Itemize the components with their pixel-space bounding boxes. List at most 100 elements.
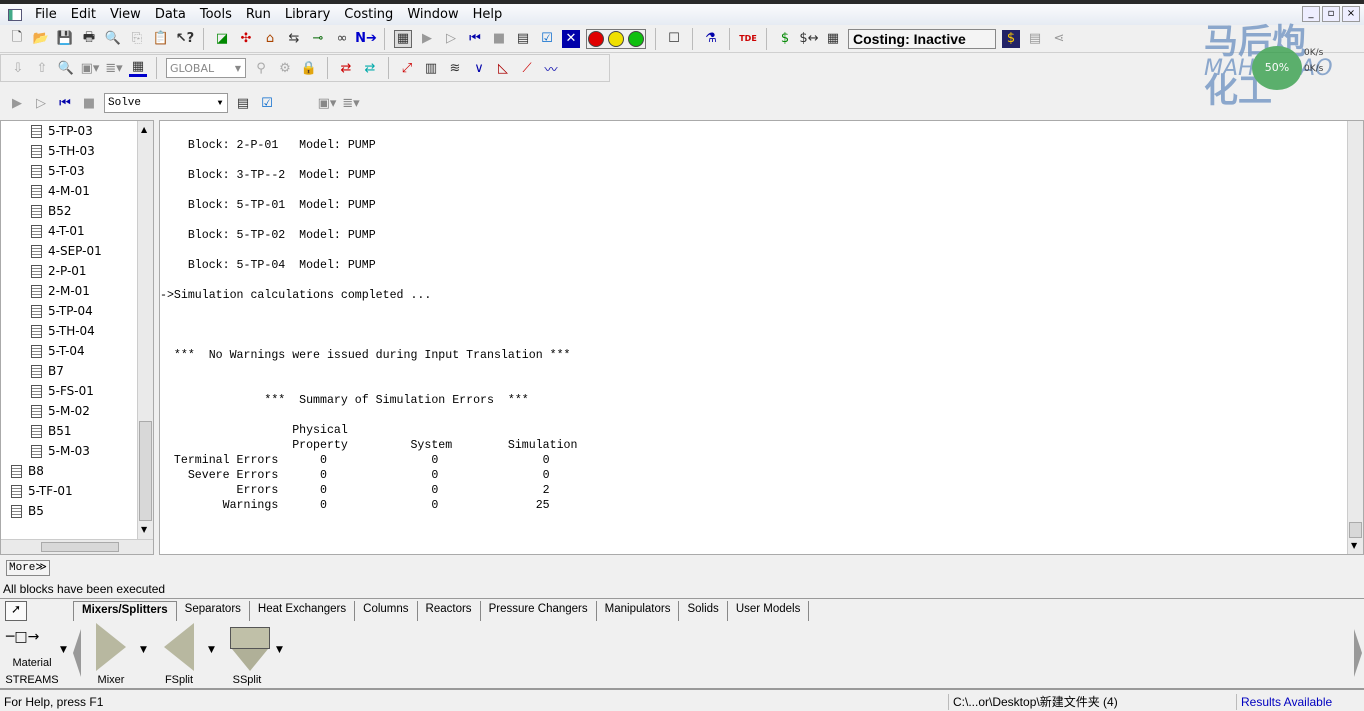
report-icon[interactable]: ▤ <box>1026 30 1044 48</box>
share-icon[interactable]: ⋖ <box>1050 30 1068 48</box>
export-icon[interactable]: ⇄ <box>337 59 355 77</box>
flowsheet-icon[interactable]: ✣ <box>237 30 255 48</box>
palette-tab[interactable]: Mixers/Splitters <box>73 601 177 621</box>
next-form-icon[interactable]: ⇧ <box>33 59 51 77</box>
solve-combo[interactable]: Solve ▼ <box>104 93 228 113</box>
new-icon[interactable]: 🗋 <box>8 30 26 48</box>
tree-item[interactable]: 5-T-03 <box>31 162 85 180</box>
scroll-thumb[interactable] <box>1349 522 1362 538</box>
model-library-icon[interactable]: ⌂ <box>261 30 279 48</box>
model-ssplit[interactable]: SSplit <box>222 674 272 686</box>
tree-item[interactable]: 2-P-01 <box>31 262 87 280</box>
scroll-down-icon[interactable]: ▼ <box>141 525 147 534</box>
scroll-thumb[interactable] <box>139 421 152 521</box>
check-results-icon[interactable]: ☑ <box>538 30 556 48</box>
ssplit-icon[interactable] <box>230 627 270 649</box>
lock-icon[interactable]: 🔒 <box>300 59 318 77</box>
palette-tab[interactable]: Pressure Changers <box>481 601 597 621</box>
menu-data[interactable]: Data <box>148 7 193 22</box>
app-icon[interactable] <box>8 8 22 21</box>
global-combo[interactable]: GLOBAL ▼ <box>166 58 246 78</box>
tree-item[interactable]: 4-SEP-01 <box>31 242 102 260</box>
find-icon[interactable]: 🔍 <box>57 59 75 77</box>
tree-horizontal-scrollbar[interactable] <box>1 539 153 554</box>
ssplit-dropdown-icon[interactable]: ▼ <box>276 645 283 655</box>
tree-item[interactable]: B7 <box>31 362 64 380</box>
plot-bar-icon[interactable]: ▥ <box>422 59 440 77</box>
stream-dropdown-icon[interactable]: ▼ <box>60 645 67 655</box>
plot-triangle-icon[interactable]: ◺ <box>494 59 512 77</box>
palette-tab[interactable]: Solids <box>679 601 728 621</box>
select-pointer-icon[interactable]: ➚ <box>5 601 27 621</box>
step-icon[interactable]: ▷ <box>442 30 460 48</box>
tree-item[interactable]: 5-T-04 <box>31 342 85 360</box>
layout-icon[interactable]: ▣▾ <box>318 94 337 112</box>
section-icon[interactable]: ⚙ <box>276 59 294 77</box>
plot-stream-icon[interactable]: ≋ <box>446 59 464 77</box>
plot-curve-icon[interactable]: ∨ <box>470 59 488 77</box>
more-button[interactable]: More≫ <box>6 560 50 576</box>
scroll-down-icon[interactable]: ▼ <box>1351 541 1357 550</box>
color-icon[interactable]: ▦ <box>129 59 147 77</box>
scroll-right-icon[interactable] <box>1354 629 1362 677</box>
tree-item[interactable]: 5-TH-03 <box>31 142 95 160</box>
tree-item[interactable]: 5-TH-04 <box>31 322 95 340</box>
menu-library[interactable]: Library <box>278 7 337 22</box>
paste-icon[interactable]: 📋 <box>152 30 170 48</box>
tree-item[interactable]: 5-FS-01 <box>31 382 94 400</box>
menu-tools[interactable]: Tools <box>193 7 239 22</box>
tree-item[interactable]: 5-M-03 <box>31 442 90 460</box>
format-icon[interactable]: ≣▾ <box>105 59 123 77</box>
tree-item[interactable]: 2-M-01 <box>31 282 90 300</box>
report-vertical-scrollbar[interactable]: ▼ <box>1347 121 1363 554</box>
open-icon[interactable]: 📂 <box>32 30 50 48</box>
copy-icon[interactable]: ⎘ <box>128 30 146 48</box>
fsplit-dropdown-icon[interactable]: ▼ <box>208 645 215 655</box>
menu-view[interactable]: View <box>103 7 148 22</box>
results-icon[interactable]: ▤ <box>514 30 532 48</box>
whats-this-icon[interactable]: ↖? <box>176 30 194 48</box>
results-icon[interactable]: ▤ <box>234 94 252 112</box>
close-button[interactable]: × <box>1342 6 1360 22</box>
print-icon[interactable]: 🖶 <box>80 30 98 48</box>
tree-item[interactable]: 5-TP-03 <box>31 122 93 140</box>
run-icon[interactable]: ▶ <box>8 94 26 112</box>
connect-icon[interactable]: ⊸ <box>309 30 327 48</box>
close-results-icon[interactable]: ✕ <box>562 29 580 48</box>
tree-item[interactable]: B51 <box>31 422 72 440</box>
mixer-icon[interactable] <box>96 623 126 671</box>
menu-help[interactable]: Help <box>466 7 510 22</box>
check-results-icon[interactable]: ☑ <box>258 94 276 112</box>
run-icon[interactable]: ▶ <box>418 30 436 48</box>
mixer-dropdown-icon[interactable]: ▼ <box>140 645 147 655</box>
reinitialize-icon[interactable]: ⏮ <box>466 30 484 48</box>
report-text-pane[interactable]: Block: 2-P-01 Model: PUMP Block: 3-TP--2… <box>159 120 1364 555</box>
data-browser-icon[interactable]: ◪ <box>213 30 231 48</box>
palette-tab[interactable]: Columns <box>355 601 418 621</box>
palette-tab[interactable]: Manipulators <box>597 601 680 621</box>
tree-vertical-scrollbar[interactable]: ▲ ▼ <box>137 121 153 541</box>
menu-window[interactable]: Window <box>400 7 465 22</box>
analysis-icon[interactable]: ☐ <box>665 30 683 48</box>
costing-icon[interactable]: $ <box>776 30 794 48</box>
scroll-left-icon[interactable] <box>73 629 81 677</box>
print-preview-icon[interactable]: 🔍 <box>104 30 122 48</box>
stop-icon[interactable]: ■ <box>80 94 98 112</box>
plot-xy-icon[interactable]: ⤢ <box>398 59 416 77</box>
import-icon[interactable]: ⇄ <box>361 59 379 77</box>
tree-item[interactable]: 4-M-01 <box>31 182 90 200</box>
economics-icon[interactable]: $ <box>1002 29 1020 48</box>
scroll-up-icon[interactable]: ▲ <box>141 125 147 134</box>
menu-file[interactable]: File <box>28 7 64 22</box>
plot-line-icon[interactable]: ⟋ <box>518 59 536 77</box>
menu-costing[interactable]: Costing <box>337 7 400 22</box>
palette-tab[interactable]: Heat Exchangers <box>250 601 356 621</box>
menu-run[interactable]: Run <box>239 7 278 22</box>
grid-icon[interactable]: ▦ <box>824 30 842 48</box>
palette-tab[interactable]: User Models <box>728 601 810 621</box>
tree-item[interactable]: 5-TF-01 <box>11 482 73 500</box>
stop-icon[interactable]: ■ <box>490 30 508 48</box>
properties-icon[interactable]: ⚗ <box>702 30 720 48</box>
tree-item[interactable]: 5-TP-04 <box>31 302 93 320</box>
tree-item[interactable]: B8 <box>11 462 44 480</box>
